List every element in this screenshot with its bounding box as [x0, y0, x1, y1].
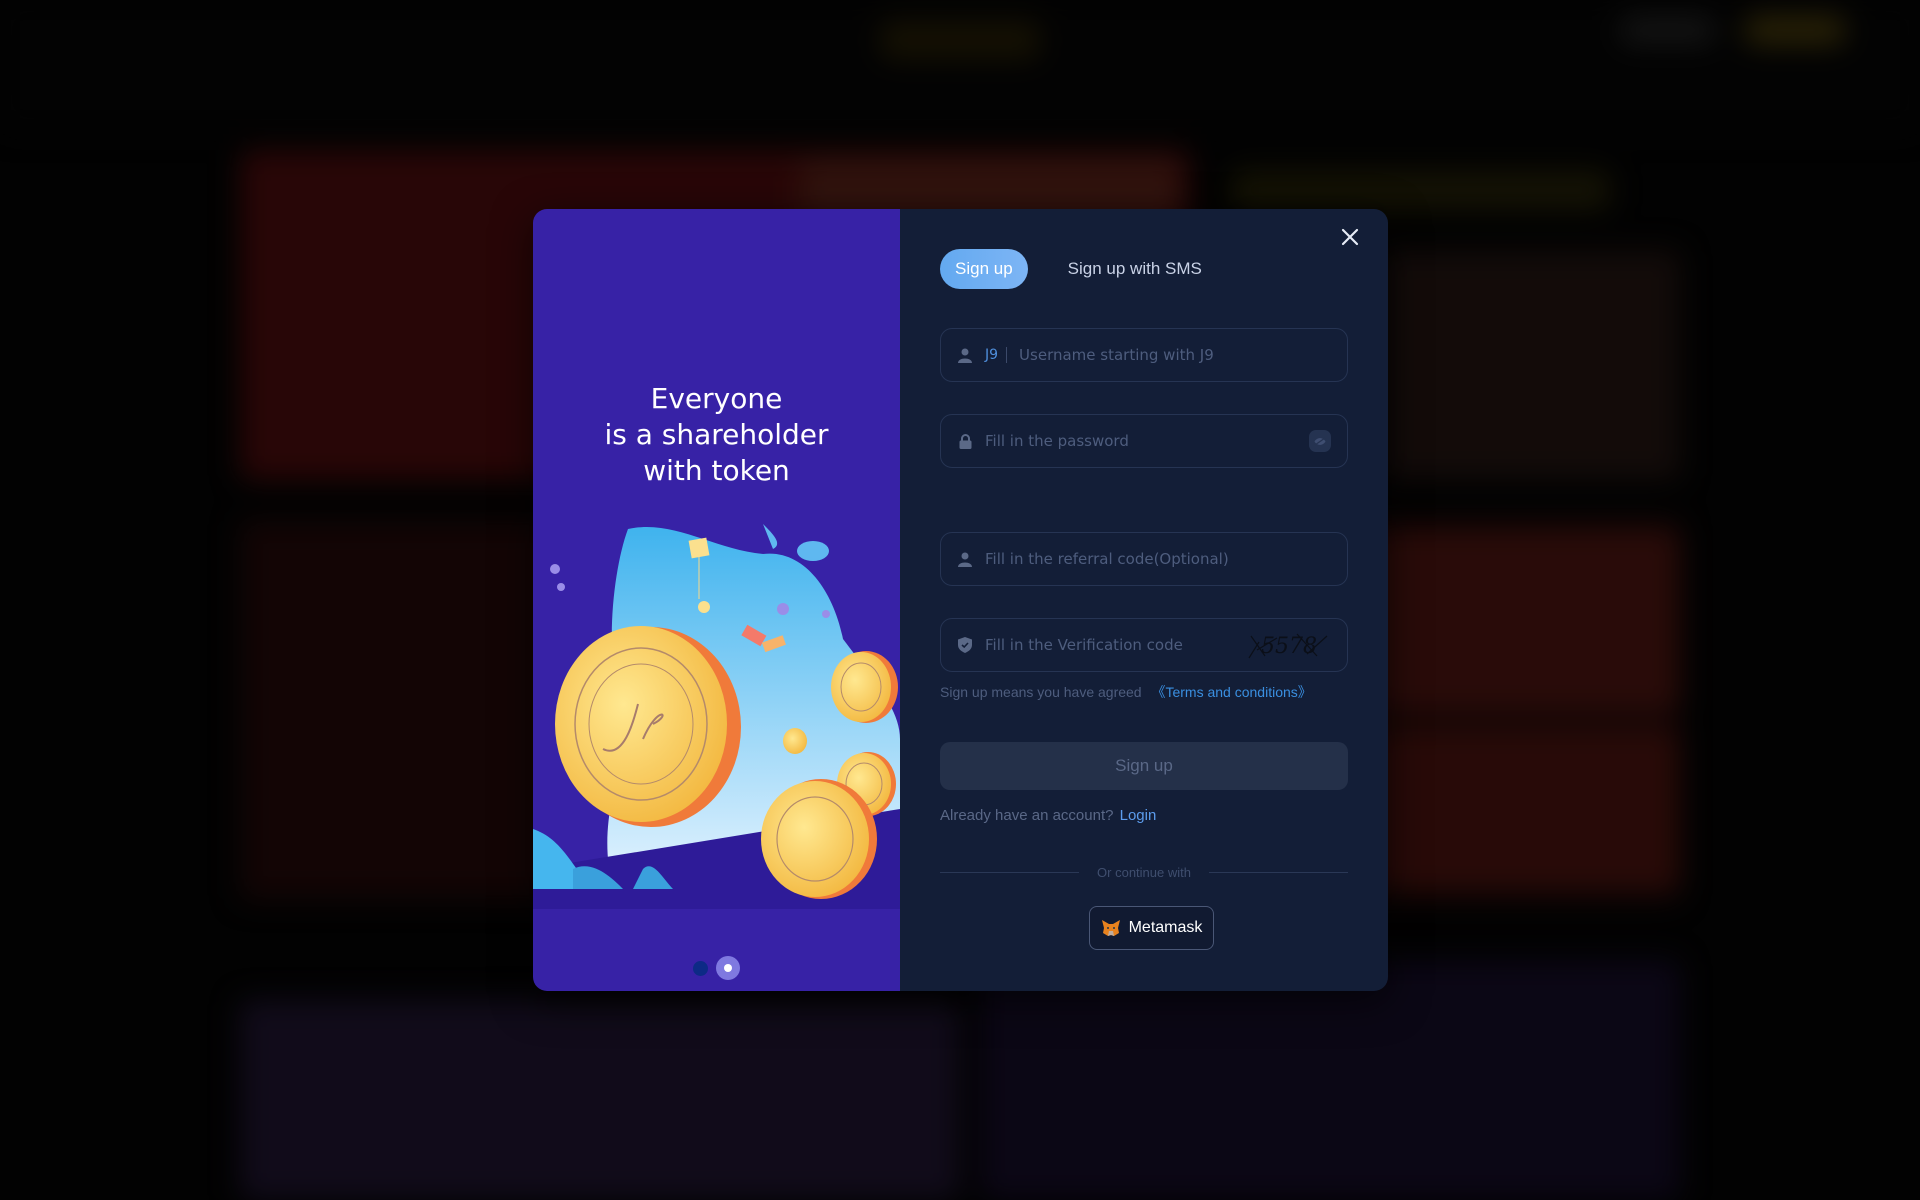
referral-code-input[interactable]	[985, 550, 1331, 568]
close-icon	[1341, 228, 1359, 246]
password-input[interactable]	[985, 432, 1309, 450]
password-field	[940, 414, 1348, 468]
close-button[interactable]	[1336, 223, 1364, 251]
terms-notice: Sign up means you have agreed 《Terms and…	[940, 682, 1312, 702]
metamask-fox-icon	[1101, 920, 1120, 936]
or-continue-divider: Or continue with	[940, 865, 1348, 880]
username-prefix: J9	[985, 347, 999, 363]
terms-text: Sign up means you have agreed	[940, 684, 1142, 700]
metamask-button[interactable]: Metamask	[1089, 906, 1214, 950]
user-icon	[957, 551, 973, 567]
promo-title: Everyone is a shareholder with token	[533, 381, 900, 489]
login-prompt-text: Already have an account?	[940, 807, 1114, 824]
verification-code-field: 5578	[940, 618, 1348, 672]
metamask-label: Metamask	[1128, 919, 1203, 936]
prefix-separator	[1006, 347, 1008, 363]
carousel-dots	[533, 956, 900, 980]
username-field: J9	[940, 328, 1348, 382]
toggle-password-visibility[interactable]	[1309, 430, 1331, 452]
promo-title-line: with token	[643, 454, 790, 487]
divider-line	[940, 872, 1080, 873]
divider-line	[1208, 872, 1348, 873]
signup-tabs: Sign up Sign up with SMS	[940, 249, 1202, 289]
lock-icon	[957, 433, 973, 449]
promo-panel: Everyone is a shareholder with token	[533, 209, 900, 991]
username-input[interactable]	[1019, 346, 1331, 364]
tab-sign-up[interactable]: Sign up	[940, 249, 1028, 289]
captcha-image[interactable]: 5578	[1247, 628, 1331, 662]
login-link[interactable]: Login	[1120, 807, 1157, 824]
signup-form: Sign up Sign up with SMS J9 Username sta…	[900, 209, 1388, 991]
divider-text: Or continue with	[1097, 865, 1191, 880]
user-icon	[957, 347, 973, 363]
sign-up-button[interactable]: Sign up	[940, 742, 1348, 790]
token-coins-illustration	[533, 524, 900, 909]
signup-modal: Everyone is a shareholder with token Sig…	[533, 209, 1388, 991]
eye-hidden-icon	[1314, 436, 1326, 446]
login-prompt: Already have an account? Login	[940, 807, 1156, 824]
tab-sign-up-sms[interactable]: Sign up with SMS	[1068, 259, 1202, 279]
shield-check-icon	[957, 637, 973, 653]
promo-title-line: is a shareholder	[604, 418, 829, 451]
carousel-dot-2-active[interactable]	[716, 956, 740, 980]
terms-link[interactable]: 《Terms and conditions》	[1151, 684, 1311, 700]
carousel-dot-1[interactable]	[693, 960, 708, 976]
promo-title-line: Everyone	[650, 382, 783, 415]
verification-code-input[interactable]	[985, 636, 1247, 654]
referral-code-field	[940, 532, 1348, 586]
